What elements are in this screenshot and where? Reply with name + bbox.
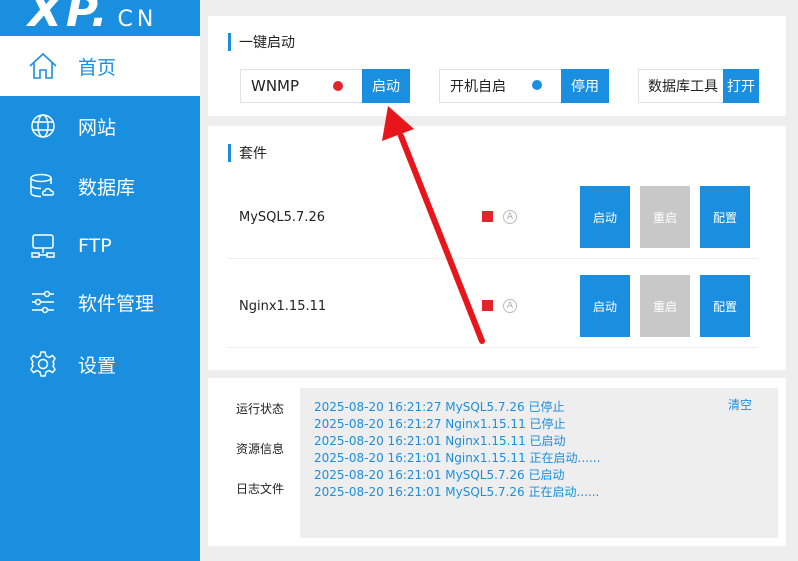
annotation-arrow	[382, 106, 485, 344]
